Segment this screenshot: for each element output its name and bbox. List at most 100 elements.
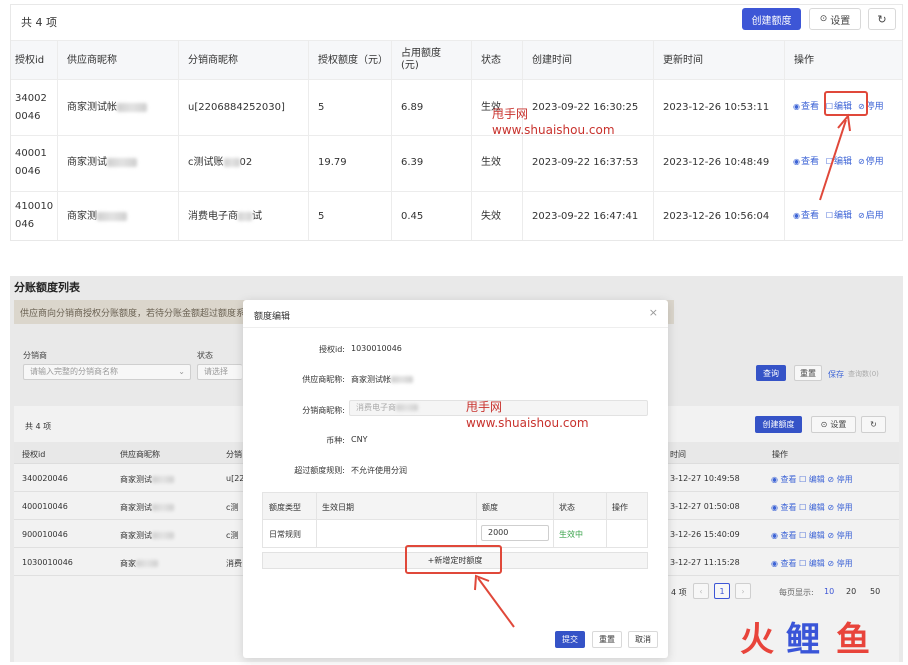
next-page-button[interactable]: › bbox=[735, 583, 751, 599]
view-link[interactable]: ◉ 查看 bbox=[771, 531, 797, 540]
supplier-name: 商家测 bbox=[67, 208, 127, 226]
table-header: 额度类型 生效日期 额度 状态 操作 bbox=[263, 493, 647, 520]
distributor-name: 消费电子商试 bbox=[188, 211, 262, 222]
refresh-button[interactable]: ↻ bbox=[861, 416, 886, 433]
view-link[interactable]: ◉ 查看 bbox=[771, 559, 797, 568]
auth-id: 410010 046 bbox=[15, 201, 54, 230]
status-filter-label: 状态 bbox=[197, 351, 213, 360]
quota-amount-input[interactable]: 2000 bbox=[481, 525, 549, 541]
quota: 19.79 bbox=[318, 157, 347, 168]
field-label: 供应商昵称: bbox=[302, 375, 345, 384]
status-filter-select[interactable]: 请选择 bbox=[197, 364, 242, 380]
col-quota: 授权额度（元） bbox=[318, 55, 388, 66]
table-row: 410010 046 商家测 消费电子商试 5 0.45 失效 2023-09-… bbox=[11, 192, 902, 240]
status: 生效 bbox=[481, 157, 501, 168]
distributor-name: u[2206884252030] bbox=[188, 102, 285, 113]
quota-edit-modal: 额度编辑 × 授权id: 1030010046 供应商昵称: 商家测试帐 分销商… bbox=[243, 300, 668, 658]
edit-link[interactable]: ☐ 编辑 bbox=[799, 559, 825, 568]
used-quota: 0.45 bbox=[401, 211, 424, 222]
supplier-value: 商家测试帐 bbox=[351, 374, 413, 385]
distributor-filter-label: 分销商 bbox=[23, 351, 47, 360]
disable-link[interactable]: ⊘ 停用 bbox=[827, 559, 852, 568]
col-supplier: 供应商昵称 bbox=[67, 55, 117, 66]
watermark: 甩手网 www.shuaishou.com bbox=[466, 400, 589, 430]
create-quota-button[interactable]: 创建额度 bbox=[755, 416, 802, 433]
logo-char: 鱼 bbox=[836, 620, 870, 660]
row-actions: ◉ 查看 ☐ 编辑 ⊘ 停用 bbox=[771, 558, 853, 569]
currency-value: CNY bbox=[351, 435, 368, 444]
table-row: 34002 0046 商家测试帐 u[2206884252030] 5 6.89… bbox=[11, 81, 902, 136]
prev-page-button[interactable]: ‹ bbox=[693, 583, 709, 599]
updated-time: 2023-12-26 10:48:49 bbox=[663, 157, 770, 168]
used-quota: 6.89 bbox=[401, 102, 424, 113]
col-status: 状态 bbox=[481, 55, 501, 66]
status: 失效 bbox=[481, 211, 501, 222]
disable-link[interactable]: ⊘ 停用 bbox=[827, 531, 852, 540]
edit-link[interactable]: ☐编辑 bbox=[826, 211, 852, 221]
field-label: 币种: bbox=[326, 436, 345, 445]
settings-button[interactable]: ⊙ 设置 bbox=[811, 416, 856, 433]
page-size-label: 每页显示: bbox=[779, 588, 814, 597]
quota-rules-table: 额度类型 生效日期 额度 状态 操作 日常规则 2000 生效中 bbox=[262, 492, 648, 548]
query-button[interactable]: 查询 bbox=[756, 365, 786, 381]
refresh-button[interactable]: ↻ bbox=[868, 8, 896, 30]
supplier-name: 商家测试 bbox=[67, 154, 137, 172]
save-link[interactable]: 保存 bbox=[828, 369, 844, 380]
page-title: 分账额度列表 bbox=[14, 281, 80, 294]
settings-label: 设置 bbox=[830, 15, 851, 27]
field-label: 授权id: bbox=[319, 345, 345, 354]
col-auth-id: 授权id bbox=[15, 55, 45, 66]
quota-type: 日常规则 bbox=[269, 530, 301, 539]
modal-title: 额度编辑 bbox=[254, 312, 291, 322]
edit-link[interactable]: ☐ 编辑 bbox=[799, 475, 825, 484]
table-row: 40001 0046 商家测试 c测试账 02 19.79 6.39 生效 202… bbox=[11, 136, 902, 192]
view-link[interactable]: ◉查看 bbox=[793, 211, 819, 221]
quota: 5 bbox=[318, 102, 325, 113]
gear-icon: ⊙ bbox=[819, 14, 828, 24]
page-size-20[interactable]: 20 bbox=[846, 587, 856, 596]
eye-icon: ◉ bbox=[793, 211, 800, 220]
reset-button[interactable]: 重置 bbox=[592, 631, 622, 648]
edit-link[interactable]: ☐ 编辑 bbox=[799, 503, 825, 512]
page-1-button[interactable]: 1 bbox=[714, 583, 730, 599]
edit-icon: ☐ bbox=[825, 211, 834, 220]
auth-id-value: 1030010046 bbox=[351, 344, 402, 353]
field-label: 超过额度规则: bbox=[294, 466, 345, 475]
col-used: 占用额度 (元) bbox=[401, 48, 441, 71]
updated-time: 2023-12-26 10:53:11 bbox=[663, 102, 770, 113]
enable-link[interactable]: ⊘启用 bbox=[858, 211, 884, 221]
eye-icon: ◉ bbox=[793, 102, 800, 111]
settings-button[interactable]: ⊙ 设置 bbox=[809, 8, 861, 30]
view-link[interactable]: ◉ 查看 bbox=[771, 475, 797, 484]
logo-char: 火 bbox=[740, 620, 774, 660]
field-label: 分销商昵称: bbox=[302, 406, 345, 415]
distributor-name: c测试账 02 bbox=[188, 157, 253, 168]
table-header: 授权id 供应商昵称 分销商昵称 授权额度（元） 占用额度 (元) 状态 创建时… bbox=[11, 40, 902, 80]
distributor-filter-input[interactable]: 请输入完整的分销商名称 ⌄ bbox=[23, 364, 191, 380]
unfold-link[interactable]: 查询数(0) bbox=[848, 369, 879, 379]
disable-link[interactable]: ⊘ 停用 bbox=[827, 503, 852, 512]
record-count: 共 4 项 bbox=[21, 16, 57, 29]
page-size-10[interactable]: 10 bbox=[824, 587, 834, 596]
close-icon[interactable]: × bbox=[649, 306, 658, 319]
annotation-arrow bbox=[474, 574, 515, 628]
disable-link[interactable]: ⊘停用 bbox=[858, 157, 884, 167]
col-updated: 更新时间 bbox=[663, 55, 703, 66]
created-time: 2023-09-22 16:37:53 bbox=[532, 157, 639, 168]
col-distributor: 分销商昵称 bbox=[188, 55, 238, 66]
col-actions: 操作 bbox=[794, 55, 814, 66]
view-link[interactable]: ◉ 查看 bbox=[771, 503, 797, 512]
disable-link[interactable]: ⊘ 停用 bbox=[827, 475, 852, 484]
cancel-button[interactable]: 取消 bbox=[628, 631, 658, 648]
quota: 5 bbox=[318, 211, 325, 222]
power-icon: ⊘ bbox=[857, 211, 865, 220]
edit-link[interactable]: ☐ 编辑 bbox=[799, 531, 825, 540]
create-quota-button[interactable]: 创建额度 bbox=[742, 8, 801, 30]
gear-icon: ⊙ bbox=[820, 420, 828, 429]
eye-icon: ◉ bbox=[793, 157, 800, 166]
submit-button[interactable]: 提交 bbox=[555, 631, 585, 648]
col-created: 创建时间 bbox=[532, 55, 572, 66]
page-size-50[interactable]: 50 bbox=[870, 587, 880, 596]
reset-button[interactable]: 重置 bbox=[794, 365, 822, 381]
created-time: 2023-09-22 16:47:41 bbox=[532, 211, 639, 222]
